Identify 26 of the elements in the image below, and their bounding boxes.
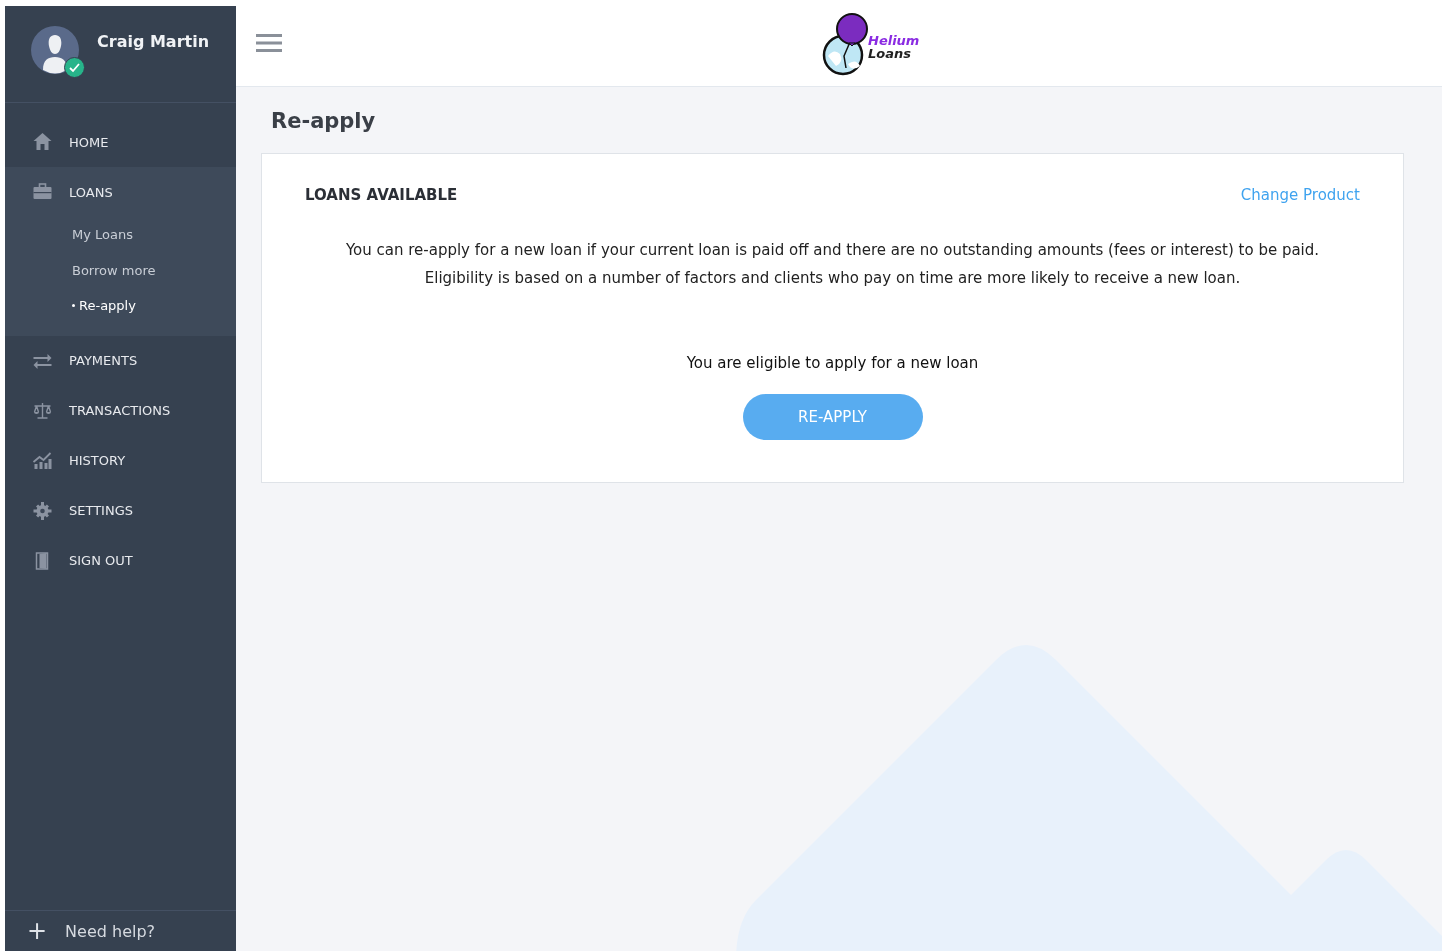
nav-item[interactable]: PAYMENTS [5,335,236,386]
menu-icon[interactable] [256,32,282,54]
gear-icon [32,500,53,521]
plus-icon[interactable]: + [27,917,48,945]
card-heading: LOANS AVAILABLE [305,186,458,204]
nav-subitem[interactable]: Re-apply [5,288,236,324]
description-text: Eligibility is based on a number of factors and clients who pay on time are more likely to receive a new loan. [423,268,1242,289]
briefcase-icon [32,182,53,202]
logo-text: Helium [868,34,920,47]
nav-item[interactable]: TRANSACTIONS [5,385,236,436]
nav-item[interactable]: HOME [5,117,236,167]
scale-icon [32,400,53,421]
nav-subitem[interactable]: Borrow more [5,252,236,288]
nav-item[interactable]: HISTORY [5,435,236,486]
balloon-globe-logo-icon [822,12,870,76]
chart-icon [32,450,53,471]
home-icon [32,132,53,152]
nav-item[interactable]: SETTINGS [5,485,236,536]
user-name: Craig Martin [97,32,210,51]
nav-item[interactable]: SIGN OUT [5,535,236,586]
help-link[interactable]: Need help? [65,921,156,941]
logo-text: Loans [868,47,912,60]
eligibility-message: You are eligible to apply for a new loan [685,354,980,372]
nav-subitem[interactable]: My Loans [5,217,236,253]
page-title: Re-apply [271,109,377,133]
description-text: You can re-apply for a new loan if your current loan is paid off and there are no outstanding amounts (fees or interest) to be paid. [344,240,1321,261]
